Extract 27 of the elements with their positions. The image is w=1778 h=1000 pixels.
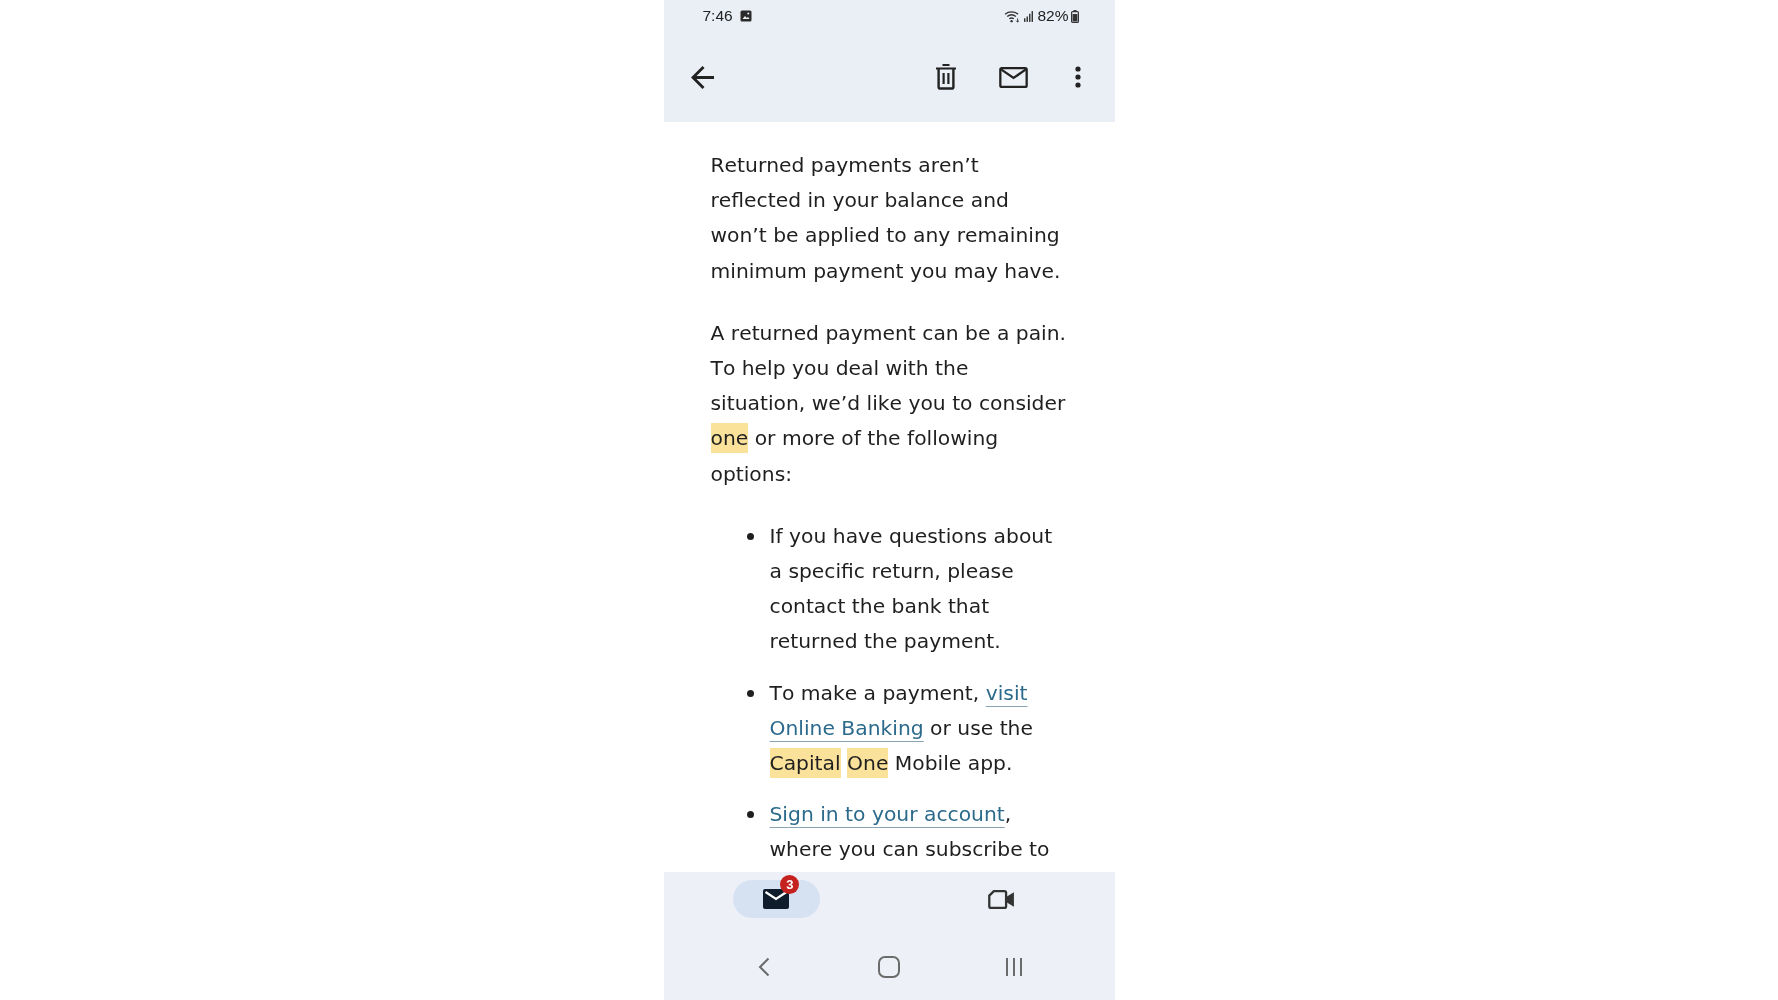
envelope-icon bbox=[999, 66, 1028, 88]
unread-count-badge: 3 bbox=[780, 875, 800, 894]
more-vertical-icon bbox=[1074, 66, 1081, 88]
battery-percentage: 82% bbox=[1037, 7, 1069, 25]
battery-icon bbox=[1070, 9, 1079, 23]
bullet-icon bbox=[746, 532, 754, 540]
signal-icon bbox=[1024, 10, 1034, 22]
list-item-text: If you have questions about a specific return, please contact the bank that returned the payment. bbox=[769, 522, 1054, 656]
text-link[interactable]: Sign in to your account bbox=[769, 802, 1005, 827]
envelope-icon bbox=[763, 889, 790, 909]
text-link[interactable]: visit bbox=[985, 680, 1028, 705]
bullet-icon bbox=[746, 811, 754, 819]
trash-icon bbox=[934, 64, 957, 90]
email-paragraph: A returned payment can be a pain. To help you deal with the situation, we’d like you to consider one or more of the following options: bbox=[710, 319, 1068, 488]
status-time: 7:46 bbox=[702, 7, 733, 25]
chevron-left-icon bbox=[758, 957, 770, 977]
bullet-icon bbox=[746, 689, 754, 697]
video-camera-icon bbox=[988, 888, 1016, 910]
three-bars-icon bbox=[1005, 957, 1023, 977]
email-paragraph: Returned payments aren’t reflected in your balance and won’t be applied to any remaining minimum payment you may have. bbox=[710, 152, 1062, 285]
wifi-icon bbox=[1004, 9, 1022, 23]
image-icon bbox=[739, 10, 752, 22]
list-item-text: Sign in to your account, where you can subscribe to bbox=[769, 801, 1051, 864]
list-item-text: To make a payment, visit Online Banking or use the Capital One Mobile app. bbox=[769, 675, 1069, 782]
rounded-square-icon bbox=[878, 956, 900, 978]
text-link[interactable]: Online Banking bbox=[769, 715, 924, 740]
back-arrow-icon bbox=[691, 65, 714, 89]
